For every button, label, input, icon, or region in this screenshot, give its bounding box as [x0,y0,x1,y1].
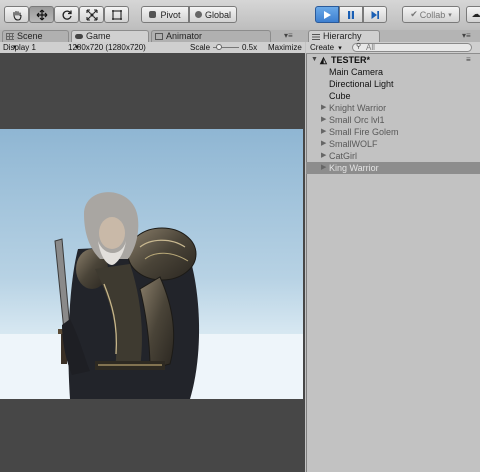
collab-label: Collab [419,9,446,20]
display-label: Display 1 [3,43,36,52]
pause-button[interactable] [339,6,363,23]
hierarchy-item[interactable]: ▶ Small Orc lvl1 [306,114,480,126]
pivot-label: Pivot [160,9,181,20]
tab-hierarchy[interactable]: Hierarchy [308,30,380,42]
hierarchy-item-label: Cube [329,91,351,101]
play-icon [324,10,331,19]
cloud-button[interactable]: ☁ [466,6,480,23]
pause-icon [348,10,354,19]
global-label: Global [204,9,231,20]
tab-animator[interactable]: Animator [151,30,271,42]
search-icon: ⚲ [356,43,362,50]
step-icon [371,10,379,19]
scene-grid-icon [6,33,14,40]
scene-menu-icon[interactable]: ≡ [466,54,471,66]
rotate-tool-icon [62,10,72,20]
hierarchy-item[interactable]: Cube [306,90,480,102]
rotate-tool-button[interactable] [54,6,79,23]
scene-name: TESTER* [331,55,371,65]
expand-arrow-icon[interactable]: ▶ [321,114,326,126]
hierarchy-item[interactable]: Main Camera [306,66,480,78]
dropdown-arrow-icon: ▾ [13,44,17,51]
hierarchy-search-input[interactable]: ⚲ All [352,43,472,52]
dropdown-arrow-icon: ▾ [75,44,79,51]
hierarchy-item[interactable]: ▶ SmallWOLF [306,138,480,150]
hierarchy-item-label: SmallWOLF [329,139,378,149]
tab-game[interactable]: Game [71,30,149,42]
scale-label: Scale [190,43,211,52]
hierarchy-scene-row[interactable]: ▼ ◭ TESTER* ≡ [306,54,480,66]
hierarchy-item[interactable]: ▶ Small Fire Golem [306,126,480,138]
move-tool-icon [36,9,47,20]
cloud-icon: ☁ [471,9,480,19]
animator-icon [155,33,163,40]
dropdown-arrow-icon: ▾ [338,45,342,52]
expand-arrow-icon[interactable]: ▶ [321,150,326,162]
scale-value: 0.5x [242,43,258,52]
hierarchy-item[interactable]: Directional Light [306,78,480,90]
hierarchy-item-label: Directional Light [329,79,394,89]
expand-arrow-icon[interactable]: ▶ [321,162,326,174]
dropdown-arrow-icon: ▾ [448,11,452,19]
hierarchy-item[interactable]: ▶ King Warrior [306,162,480,174]
panel-menu-icon[interactable]: ▾≡ [284,31,293,40]
scale-tool-button[interactable] [79,6,104,23]
global-toggle[interactable]: Global [189,6,237,23]
hierarchy-item-label: CatGirl [329,151,358,161]
hand-tool-button[interactable] [4,6,29,23]
expand-arrow-icon[interactable]: ▶ [321,102,326,114]
tab-scene-label: Scene [17,31,43,41]
rect-tool-icon [111,9,122,20]
play-button[interactable] [315,6,339,23]
search-placeholder: All [366,43,375,52]
pivot-icon [149,11,157,18]
game-controller-icon [75,34,83,39]
hierarchy-item[interactable]: ▶ CatGirl [306,150,480,162]
globe-icon [194,11,202,18]
create-dropdown[interactable]: Create ▾ [310,42,342,54]
main-toolbar: Pivot Global ✔ Collab ▾ ☁ [0,0,480,31]
rect-tool-button[interactable] [104,6,129,23]
tab-scene[interactable]: Scene [2,30,69,42]
tab-row: Scene Game Animator ▾≡ Hierarchy ▾≡ [0,30,480,42]
scale-slider-handle[interactable] [216,44,222,50]
expand-arrow-icon: ▼ [311,56,318,63]
hierarchy-item-label: Small Fire Golem [329,127,399,137]
game-render [0,129,303,451]
move-tool-button[interactable] [29,6,54,23]
hierarchy-item-label: Small Orc lvl1 [329,115,385,125]
hierarchy-panel-menu-icon[interactable]: ▾≡ [462,31,471,40]
tab-hierarchy-label: Hierarchy [323,31,362,41]
maximize-toggle[interactable]: Maximize [268,42,302,53]
hierarchy-toolbar: Create ▾ ⚲ All [306,42,480,54]
hand-tool-icon [12,10,22,21]
hierarchy-item-label: King Warrior [329,163,379,173]
unity-logo-icon: ◭ [320,55,327,65]
hierarchy-list-icon [312,33,320,40]
tab-game-label: Game [86,31,111,41]
hierarchy-item-label: Knight Warrior [329,103,387,113]
pivot-toggle[interactable]: Pivot [141,6,189,23]
hierarchy-item[interactable]: ▶ Knight Warrior [306,102,480,114]
step-button[interactable] [363,6,387,23]
expand-arrow-icon[interactable]: ▶ [321,126,326,138]
scale-tool-icon [85,8,98,21]
create-label: Create [310,43,335,52]
resolution-label: 1280x720 (1280x720) [68,43,146,52]
game-render-image [0,129,303,399]
tab-animator-label: Animator [166,31,203,41]
check-icon: ✔ [410,9,418,19]
expand-arrow-icon[interactable]: ▶ [321,138,326,150]
hierarchy-item-label: Main Camera [329,67,384,77]
collab-button[interactable]: ✔ Collab ▾ [402,6,460,23]
